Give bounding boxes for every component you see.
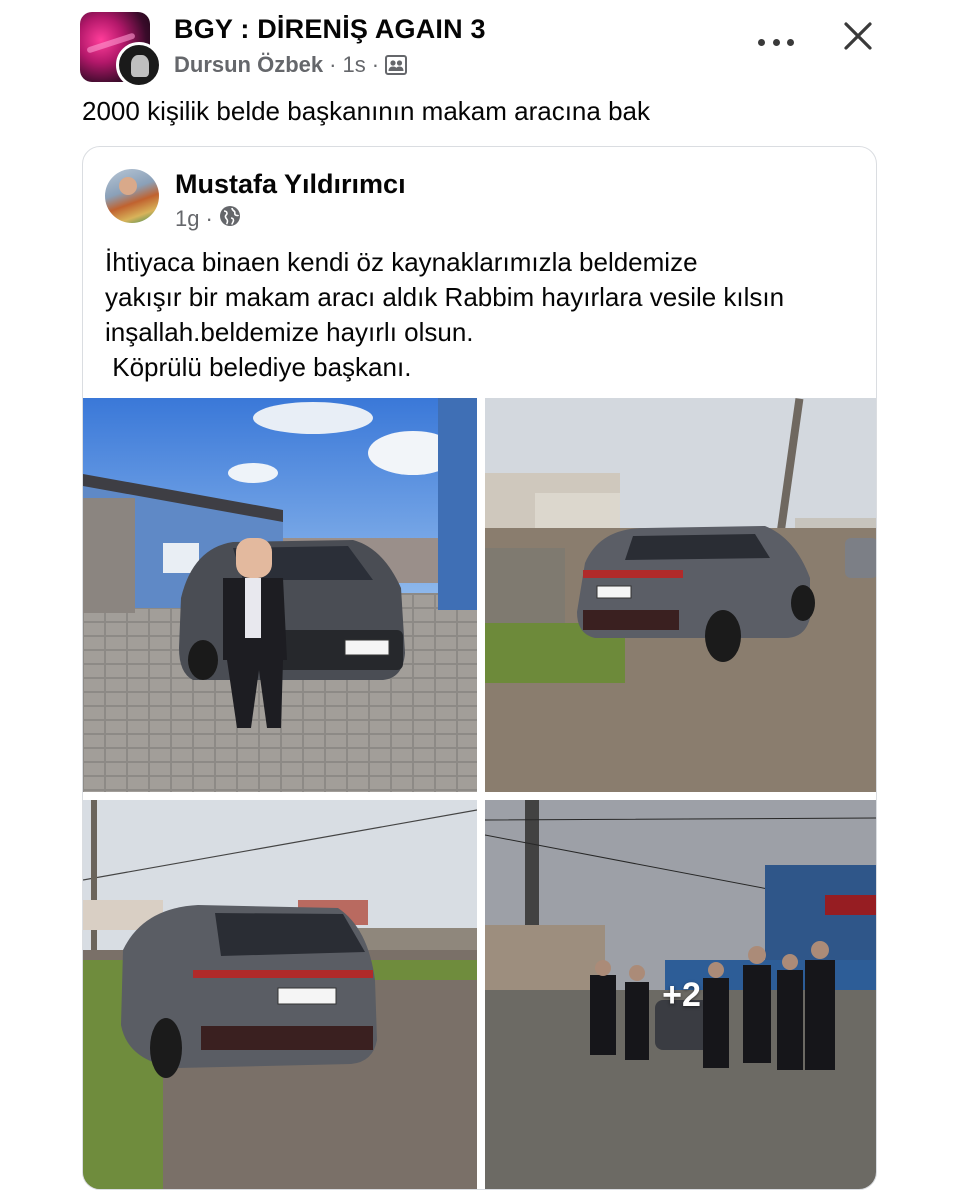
shared-post-time[interactable]: 1g xyxy=(175,206,199,232)
shared-author-name[interactable]: Mustafa Yıldırımcı xyxy=(175,169,406,200)
more-options-icon[interactable] xyxy=(758,30,794,54)
shared-meta-separator: · xyxy=(205,206,213,231)
more-photos-count: +2 xyxy=(662,976,701,1014)
shared-text-line: inşallah.beldemize hayırlı olsun. xyxy=(105,317,474,347)
post-header: BGY : DİRENİŞ AGAIN 3 Dursun Özbek · 1s … xyxy=(80,10,900,90)
shared-text-line: İhtiyaca binaen kendi öz kaynaklarımızla… xyxy=(105,247,698,277)
photo-4-more[interactable]: +2 xyxy=(485,800,876,1189)
author-name[interactable]: Dursun Özbek xyxy=(174,52,323,78)
author-avatar[interactable] xyxy=(116,42,162,88)
shared-post-meta: 1g · xyxy=(175,205,241,233)
photo-1[interactable] xyxy=(83,398,477,792)
shared-post-card[interactable]: Mustafa Yıldırımcı 1g · İhtiyaca binaen … xyxy=(82,146,877,1190)
photo-3[interactable] xyxy=(83,800,477,1189)
post-time[interactable]: 1s xyxy=(342,52,365,78)
shared-text-line: yakışır bir makam aracı aldık Rabbim hay… xyxy=(105,282,785,312)
close-icon[interactable] xyxy=(838,16,878,56)
post-meta: Dursun Özbek · 1s · xyxy=(174,52,408,78)
more-photos-overlay[interactable]: +2 xyxy=(485,800,876,1189)
meta-separator-2: · xyxy=(371,52,380,77)
meta-separator: · xyxy=(329,52,337,77)
globe-icon xyxy=(219,205,241,233)
photo-2[interactable] xyxy=(485,398,876,792)
group-name[interactable]: BGY : DİRENİŞ AGAIN 3 xyxy=(174,14,486,45)
shared-post-header: Mustafa Yıldırımcı 1g · İhtiyaca binaen … xyxy=(83,147,876,397)
group-audience-icon xyxy=(385,55,408,75)
shared-text-line: Köprülü belediye başkanı. xyxy=(105,352,412,382)
shared-post-text: İhtiyaca binaen kendi öz kaynaklarımızla… xyxy=(105,245,865,385)
shared-author-avatar[interactable] xyxy=(105,169,159,223)
post-text: 2000 kişilik belde başkanının makam arac… xyxy=(82,96,650,126)
